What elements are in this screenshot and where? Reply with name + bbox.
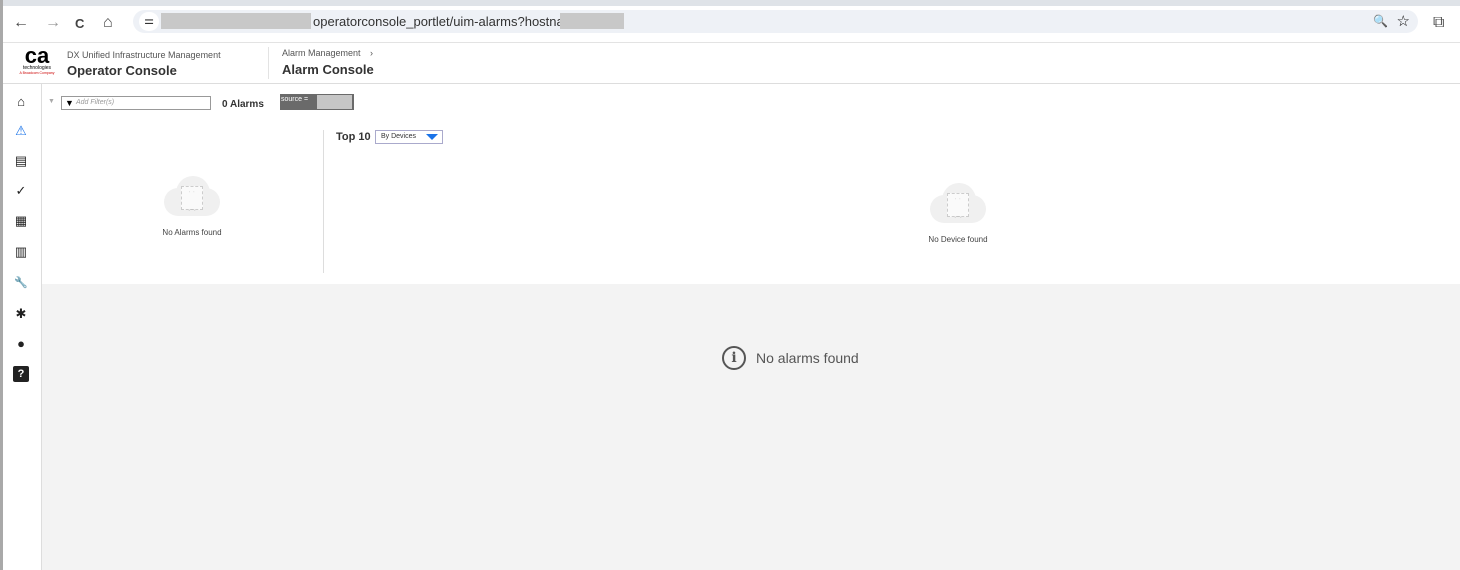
filter-icon: ▼ (65, 98, 74, 108)
alarm-count: 0 Alarms (222, 99, 264, 110)
collapse-caret-icon[interactable]: ▼ (48, 98, 55, 105)
no-alarms-text: No Alarms found (162, 228, 222, 237)
redacted-host (161, 13, 311, 29)
site-settings-icon[interactable]: ⚌ (139, 12, 159, 31)
filter-input[interactable]: ▼ Add Filter(s) (61, 96, 211, 110)
reports-icon[interactable]: ✓ (13, 183, 29, 199)
breadcrumb-separator: › (370, 48, 373, 58)
sidebar: ⌂ ⚠ ▤ ✓ ▦ ▥ 🔧 ✱ ● ? (3, 84, 42, 570)
tab-strip (3, 0, 1460, 6)
star-icon[interactable]: ☆ (1397, 12, 1410, 30)
redacted-source-value (317, 95, 352, 109)
alarm-table-area: i No alarms found (42, 284, 1460, 570)
dashboards-icon[interactable]: ▦ (13, 213, 29, 229)
dropdown-arrow-icon (426, 134, 438, 140)
home-icon[interactable]: ⌂ (103, 14, 113, 32)
settings-icon[interactable]: ✱ (13, 306, 29, 322)
source-filter-chip[interactable]: source = (280, 94, 354, 110)
extensions-icon[interactable]: ⧉ (1433, 14, 1444, 32)
redacted-hostname (560, 13, 624, 29)
back-icon[interactable]: ← (13, 14, 29, 32)
product-name: DX Unified Infrastructure Management (67, 50, 221, 60)
no-device-text: No Device found (928, 235, 988, 244)
dropdown-value: By Devices (381, 133, 417, 140)
browser-toolbar: ← → C ⌂ ⚌ operatorconsole_portlet/uim-al… (3, 0, 1460, 42)
forward-icon[interactable]: → (45, 14, 61, 32)
alarms-icon[interactable]: ⚠ (13, 123, 29, 139)
page-title: Alarm Console (282, 62, 374, 77)
chat-icon[interactable]: ● (13, 336, 29, 352)
info-icon: i (722, 346, 746, 370)
alarm-summary-panel: ▼ ▼ Add Filter(s) 0 Alarms source = ˙ ˙ ⌒… (42, 84, 1460, 284)
source-chip-label: source = (281, 96, 309, 103)
no-alarms-message: i No alarms found (722, 346, 859, 370)
tools-icon[interactable]: 🔧 (13, 275, 29, 291)
empty-cloud-icon: ˙ ˙ ⌒ (164, 176, 220, 217)
help-icon[interactable]: ? (13, 366, 29, 382)
no-alarms-table-text: No alarms found (756, 350, 859, 366)
empty-cloud-icon: ˙ ˙ ⌒ (930, 183, 986, 224)
metrics-icon[interactable]: ▥ (13, 244, 29, 260)
ca-logo[interactable]: ca technologies A Broadcom Company (17, 43, 57, 76)
home-icon[interactable]: ⌂ (13, 94, 29, 110)
header-divider (268, 47, 269, 79)
breadcrumb-alarm-management[interactable]: Alarm Management (282, 48, 361, 58)
devices-icon[interactable]: ▤ (13, 153, 29, 169)
reload-icon[interactable]: C (75, 16, 84, 31)
no-device-empty-state: ˙ ˙ ⌒ No Device found (898, 183, 1018, 244)
app-header: ca technologies A Broadcom Company DX Un… (3, 42, 1460, 84)
address-bar[interactable]: ⚌ operatorconsole_portlet/uim-alarms?hos… (133, 10, 1418, 33)
panel-divider (323, 130, 324, 273)
zoom-icon[interactable]: 🔍 (1373, 14, 1388, 28)
filter-placeholder: Add Filter(s) (76, 99, 115, 106)
app-title: Operator Console (67, 63, 177, 78)
top10-label: Top 10 (336, 131, 371, 143)
logo-tag: A Broadcom Company (19, 71, 55, 75)
logo-mark: ca (24, 43, 50, 68)
url-text: operatorconsole_portlet/uim-alarms?hostn… (313, 14, 590, 29)
group-by-dropdown[interactable]: By Devices (375, 130, 443, 144)
no-alarms-empty-state: ˙ ˙ ⌒ No Alarms found (132, 176, 252, 237)
